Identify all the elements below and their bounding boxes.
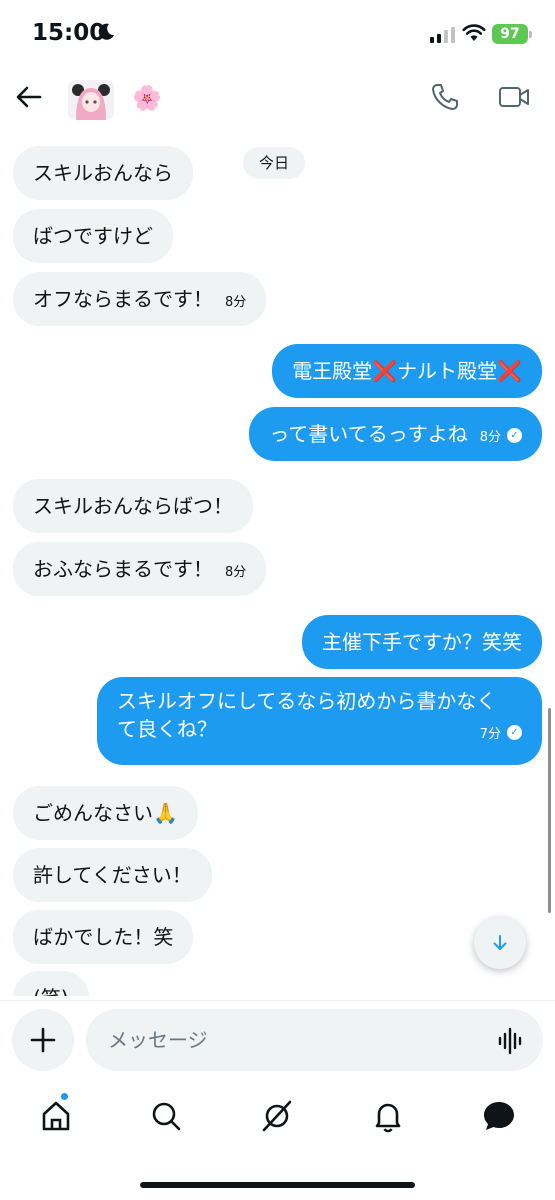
message-text: スキルおんならばつ！ (33, 494, 233, 518)
notification-dot (60, 1092, 69, 1101)
bottom-navigation (0, 1082, 555, 1152)
message-bubble-incoming[interactable]: (笑) (13, 971, 89, 996)
message-time: 8分 (225, 295, 247, 310)
arrow-down-icon (493, 935, 507, 950)
home-icon (42, 1101, 70, 1131)
message-composer (0, 1000, 555, 1080)
plus-icon (30, 1027, 56, 1053)
status-bar: 15:00 97 (0, 0, 555, 70)
read-check-icon: ✓ (507, 428, 522, 443)
home-indicator (140, 1182, 415, 1188)
message-text: 電王殿堂❌ナルト殿堂❌ (292, 359, 522, 383)
phone-icon[interactable] (430, 82, 460, 112)
message-input[interactable] (86, 1009, 543, 1071)
bell-icon (375, 1103, 401, 1133)
avatar-illustration (68, 80, 114, 120)
add-media-button[interactable] (12, 1009, 74, 1071)
nav-notifications[interactable] (368, 1096, 408, 1136)
battery-tip (529, 31, 532, 38)
message-text: スキルおんなら (33, 161, 173, 185)
message-time: 7分 (479, 727, 501, 742)
message-bubble-incoming[interactable]: ばつですけど (13, 209, 173, 263)
avatar[interactable] (68, 80, 114, 120)
cellular-signal-icon (430, 27, 455, 43)
message-bubble-incoming[interactable]: オフならまるです！ 8分 (13, 272, 267, 326)
message-text: (笑) (33, 986, 69, 996)
message-bubble-incoming[interactable]: ばかでした！笑 (13, 910, 194, 964)
voice-wave-icon[interactable] (497, 1027, 525, 1055)
message-text: 許してください！ (33, 863, 192, 887)
battery-indicator: 97 (492, 24, 528, 44)
message-bubble-incoming[interactable]: スキルおんなら (13, 146, 193, 200)
date-separator: 今日 (243, 147, 306, 179)
message-bubble-icon (484, 1102, 514, 1130)
moon-icon (98, 23, 114, 40)
message-text: ごめんなさい🙏 (33, 801, 178, 825)
grok-icon (262, 1100, 292, 1132)
message-meta: 7分 ✓ (468, 717, 522, 749)
message-text-line: スキルオフにしてるなら初めから書かなく (117, 689, 497, 713)
read-check-icon: ✓ (507, 725, 522, 740)
message-text: 主催下手ですか？笑笑 (322, 630, 522, 654)
video-camera-icon[interactable] (498, 84, 530, 110)
nav-search[interactable] (146, 1096, 186, 1136)
message-thread[interactable]: 今日 スキルおんなら ばつですけど オフならまるです！ 8分 電王殿堂❌ナルト殿堂… (0, 128, 555, 996)
nav-messages[interactable] (479, 1096, 519, 1136)
message-bubble-incoming[interactable]: ごめんなさい🙏 (13, 786, 198, 840)
message-bubble-outgoing[interactable]: 電王殿堂❌ナルト殿堂❌ (272, 344, 542, 398)
message-text: ばかでした！笑 (33, 925, 174, 949)
message-bubble-incoming[interactable]: 許してください！ (13, 848, 212, 902)
message-text: おふならまるです！ (33, 557, 213, 581)
message-text-line: て良くね？ (117, 717, 217, 741)
flower-emoji: 🌸 (132, 84, 162, 112)
message-time: 8分 (479, 430, 501, 445)
message-bubble-incoming[interactable]: おふならまるです！ 8分 (13, 542, 267, 596)
arrow-left-icon[interactable] (14, 82, 44, 112)
conversation-header: 🌸 (0, 70, 555, 128)
message-bubble-incoming[interactable]: スキルおんならばつ！ (13, 479, 253, 533)
wifi-icon (462, 24, 486, 41)
message-time: 8分 (225, 565, 247, 580)
message-bubble-outgoing[interactable]: スキルオフにしてるなら初めから書かなく て良くね？ 7分 ✓ (97, 677, 542, 765)
message-text: オフならまるです！ (33, 287, 213, 311)
scroll-to-bottom-button[interactable] (474, 917, 526, 969)
nav-home[interactable] (36, 1096, 76, 1136)
message-text: ばつですけど (33, 224, 153, 248)
status-time: 15:00 (32, 20, 106, 46)
scrollbar[interactable] (548, 708, 551, 913)
message-text-row: て良くね？ 7分 ✓ (117, 715, 522, 743)
message-bubble-outgoing[interactable]: って書いてるっすよね 8分 ✓ (249, 407, 542, 461)
search-icon (152, 1102, 181, 1131)
message-text: って書いてるっすよね (269, 422, 468, 446)
message-bubble-outgoing[interactable]: 主催下手ですか？笑笑 (302, 615, 542, 669)
nav-grok[interactable] (257, 1096, 297, 1136)
